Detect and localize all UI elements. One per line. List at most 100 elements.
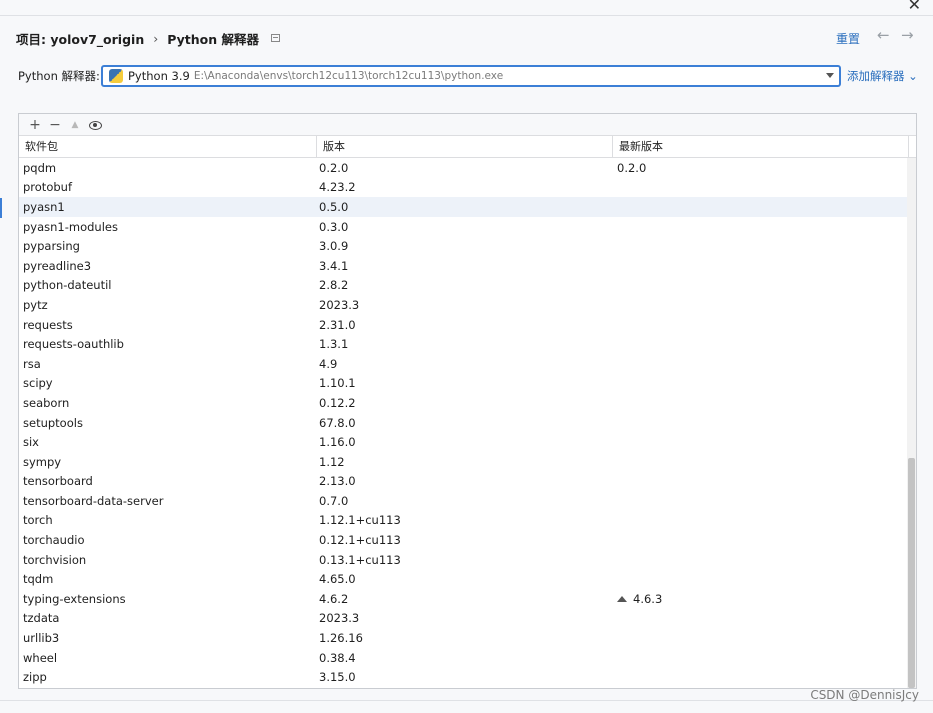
breadcrumb-project: 项目: yolov7_origin <box>16 31 145 47</box>
package-name: pyreadline3 <box>23 258 92 273</box>
table-row[interactable]: scipy 1.10.1 <box>19 374 916 394</box>
package-name: requests-oauthlib <box>23 337 124 352</box>
interpreter-path: E:\Anaconda\envs\torch12cu113\torch12cu1… <box>193 70 504 82</box>
package-name: tensorboard-data-server <box>23 493 164 508</box>
table-row[interactable]: torchvision 0.13.1+cu113 <box>19 550 916 570</box>
package-name: torchaudio <box>23 533 85 548</box>
package-name: pyasn1 <box>23 199 65 214</box>
package-version: 0.12.2 <box>319 395 356 410</box>
table-row[interactable]: wheel 0.38.4 <box>19 648 916 668</box>
package-latest: 0.2.0 <box>613 161 909 175</box>
package-version: 1.12 <box>319 454 345 469</box>
table-row[interactable]: rsa 4.9 <box>19 354 916 374</box>
column-header-package[interactable]: 软件包 <box>19 136 317 157</box>
table-row[interactable]: requests-oauthlib 1.3.1 <box>19 334 916 354</box>
upgrade-package-icon[interactable]: ▲ <box>65 116 85 134</box>
package-name: tzdata <box>23 611 60 626</box>
add-package-icon[interactable]: + <box>25 116 45 134</box>
page-title: Python 解释器 <box>167 31 259 47</box>
package-name: rsa <box>23 356 41 371</box>
package-name: typing-extensions <box>23 591 126 606</box>
table-row[interactable]: requests 2.31.0 <box>19 315 916 335</box>
upgrade-available-icon[interactable] <box>617 595 627 602</box>
table-row[interactable]: pyparsing 3.0.9 <box>19 236 916 256</box>
package-name: pytz <box>23 297 48 312</box>
package-version: 2.8.2 <box>319 278 349 293</box>
forward-arrow-icon[interactable]: → <box>901 26 914 44</box>
table-row[interactable]: urllib3 1.26.16 <box>19 628 916 648</box>
table-row[interactable]: tqdm 4.65.0 <box>19 569 916 589</box>
package-version: 67.8.0 <box>319 415 356 430</box>
scrollbar-thumb[interactable] <box>908 458 915 688</box>
table-row[interactable]: pyasn1-modules 0.3.0 <box>19 217 916 237</box>
package-version: 3.15.0 <box>319 670 356 685</box>
add-interpreter-button[interactable]: 添加解释器 ⌄ <box>847 68 918 84</box>
breadcrumb-separator: › <box>153 30 159 46</box>
pin-icon[interactable] <box>271 34 280 42</box>
package-version: 4.65.0 <box>319 572 356 587</box>
table-row[interactable]: pyreadline3 3.4.1 <box>19 256 916 276</box>
package-name: zipp <box>23 670 47 685</box>
table-row[interactable]: torch 1.12.1+cu113 <box>19 511 916 531</box>
package-version: 1.10.1 <box>319 376 356 391</box>
column-header-version[interactable]: 版本 <box>317 136 613 157</box>
package-name: torch <box>23 513 53 528</box>
table-row[interactable]: seaborn 0.12.2 <box>19 393 916 413</box>
table-row[interactable]: six 1.16.0 <box>19 432 916 452</box>
package-name: sympy <box>23 454 62 469</box>
table-row[interactable]: tensorboard 2.13.0 <box>19 472 916 492</box>
package-latest: 4.6.3 <box>613 592 909 606</box>
package-name: pyasn1-modules <box>23 219 118 234</box>
package-version: 1.3.1 <box>319 337 349 352</box>
show-early-releases-button[interactable] <box>85 116 105 134</box>
package-name: wheel <box>23 650 58 665</box>
back-arrow-icon[interactable]: ← <box>877 26 890 44</box>
package-rows: pqdm 0.2.0 0.2.0 protobuf 4.23.2 pyasn1 0.5.0 p… <box>19 158 916 687</box>
table-row[interactable]: pytz 2023.3 <box>19 295 916 315</box>
table-row[interactable]: tensorboard-data-server 0.7.0 <box>19 491 916 511</box>
vertical-scrollbar[interactable] <box>907 158 916 688</box>
remove-package-icon[interactable]: − <box>45 116 65 134</box>
package-version: 2.13.0 <box>319 474 356 489</box>
table-row[interactable]: pyasn1 0.5.0 <box>19 197 916 217</box>
package-version: 3.0.9 <box>319 239 349 254</box>
table-row[interactable]: zipp 3.15.0 <box>19 667 916 687</box>
package-version: 0.2.0 <box>319 160 349 175</box>
settings-dialog: ✕ 项目: yolov7_origin › Python 解释器 重置 ← → … <box>0 0 933 713</box>
package-name: torchvision <box>23 552 87 567</box>
table-row[interactable]: typing-extensions 4.6.2 4.6.3 <box>19 589 916 609</box>
interpreter-select[interactable]: Python 3.9 E:\Anaconda\envs\torch12cu113… <box>101 65 841 87</box>
package-version: 0.13.1+cu113 <box>319 552 401 567</box>
interpreter-name: Python 3.9 <box>128 69 190 83</box>
package-version: 0.7.0 <box>319 493 349 508</box>
package-version: 4.9 <box>319 356 338 371</box>
chevron-down-icon[interactable] <box>826 73 834 78</box>
table-header: 软件包 版本 最新版本 <box>19 136 916 158</box>
table-row[interactable]: python-dateutil 2.8.2 <box>19 276 916 296</box>
package-name: tqdm <box>23 572 54 587</box>
table-row[interactable]: setuptools 67.8.0 <box>19 413 916 433</box>
package-version: 0.12.1+cu113 <box>319 533 401 548</box>
breadcrumb: 项目: yolov7_origin › Python 解释器 <box>16 28 280 48</box>
table-row[interactable]: pqdm 0.2.0 0.2.0 <box>19 158 916 178</box>
reset-button[interactable]: 重置 <box>836 30 860 47</box>
table-row[interactable]: torchaudio 0.12.1+cu113 <box>19 530 916 550</box>
package-name: requests <box>23 317 73 332</box>
package-version: 0.38.4 <box>319 650 356 665</box>
package-version: 3.4.1 <box>319 258 349 273</box>
table-row[interactable]: sympy 1.12 <box>19 452 916 472</box>
package-version: 1.12.1+cu113 <box>319 513 401 528</box>
table-row[interactable]: protobuf 4.23.2 <box>19 178 916 198</box>
package-name: protobuf <box>23 180 72 195</box>
package-name: python-dateutil <box>23 278 112 293</box>
column-header-latest[interactable]: 最新版本 <box>613 136 909 157</box>
watermark: CSDN @DennisJcy <box>810 688 919 702</box>
package-version: 4.6.2 <box>319 591 349 606</box>
package-name: scipy <box>23 376 53 391</box>
package-version: 0.5.0 <box>319 199 349 214</box>
close-icon[interactable]: ✕ <box>908 0 921 14</box>
package-version: 2.31.0 <box>319 317 356 332</box>
package-name: pyparsing <box>23 239 80 254</box>
package-toolbar: + − ▲ <box>19 114 916 136</box>
table-row[interactable]: tzdata 2023.3 <box>19 609 916 629</box>
